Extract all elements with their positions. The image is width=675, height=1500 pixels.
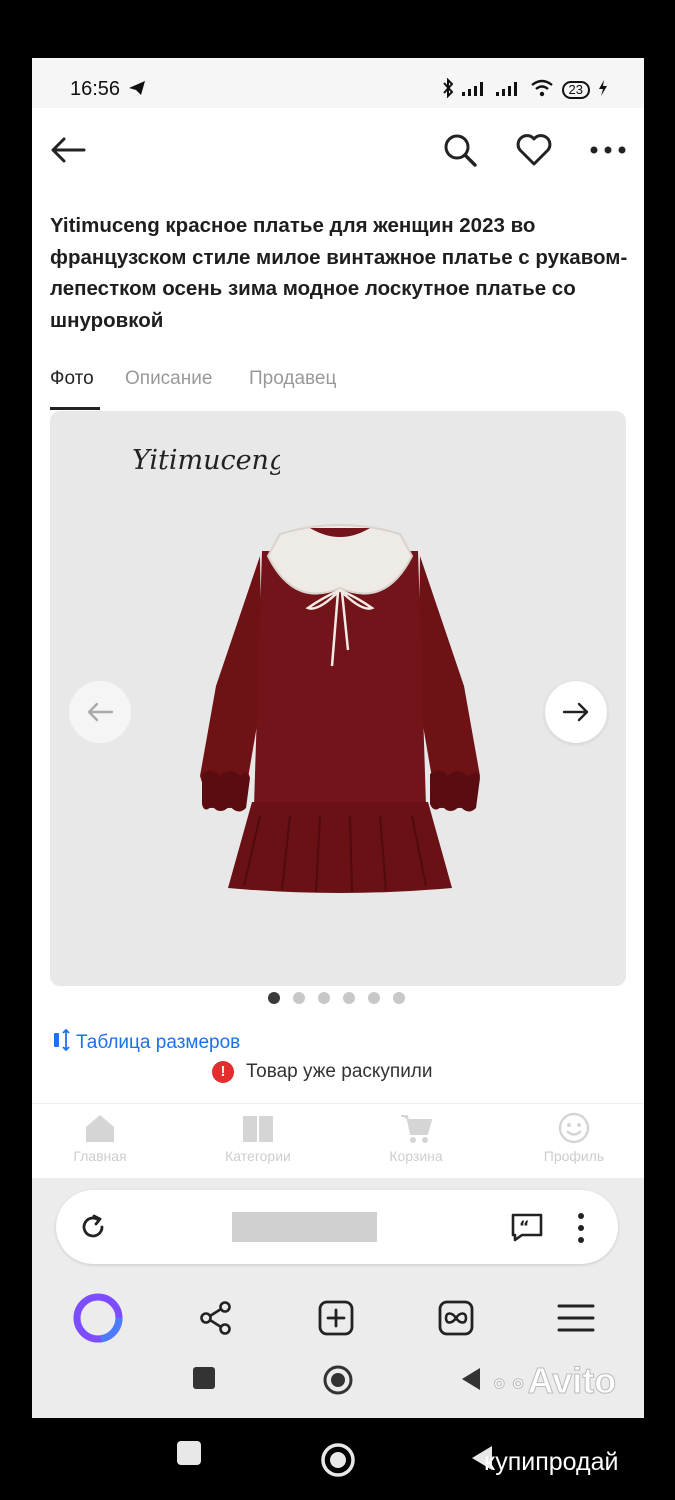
bluetooth-icon [442,77,454,102]
sold-out-notice: ! Товар уже раскупили [212,1061,433,1083]
search-icon[interactable] [440,130,480,170]
status-bar: 16:56 23 [32,58,644,108]
vertical-dots-icon[interactable] [576,1212,586,1249]
svg-text:Yitimuceng: Yitimuceng [132,445,280,476]
nav-home-label: Главная [73,1148,127,1164]
stop-icon[interactable] [192,1366,216,1395]
gallery-dot[interactable] [368,992,380,1004]
nav-cart[interactable]: Корзина [356,1112,476,1164]
charging-icon [598,80,608,100]
outer-stop-icon[interactable] [176,1440,202,1471]
nav-profile-label: Профиль [543,1148,605,1164]
back-triangle-icon[interactable] [460,1366,482,1397]
share-icon[interactable] [186,1288,246,1348]
ruler-icon [52,1028,72,1058]
battery-icon: 23 [561,81,590,99]
signal-icon [495,80,522,100]
nav-home[interactable]: Главная [40,1112,160,1164]
size-table-link[interactable]: Таблица размеров [52,1028,240,1058]
status-time: 16:56 [70,78,121,100]
add-tab-icon[interactable] [306,1288,366,1348]
signal-icon [461,80,488,100]
tabs-icon[interactable] [426,1288,486,1348]
phone-screen: 16:56 23 Yitimuceng красное платье для ж… [32,58,644,1418]
size-table-label: Таблица размеров [76,1032,241,1053]
status-icons: 23 [442,77,608,102]
telegram-icon [128,80,146,101]
app-bar [32,110,644,190]
gallery-dot[interactable] [268,992,280,1004]
tab-seller[interactable]: Продавец [249,368,336,390]
nav-cart-label: Корзина [389,1148,443,1164]
tab-photo[interactable]: Фото [50,368,94,390]
gallery-next-button[interactable] [545,681,607,743]
address-text-redacted [232,1212,377,1242]
menu-icon[interactable] [546,1288,606,1348]
heart-icon[interactable] [514,130,554,170]
nav-categories-label: Категории [225,1148,291,1164]
nav-categories[interactable]: Категории [198,1112,318,1164]
tab-description[interactable]: Описание [125,368,212,390]
outer-home-icon[interactable] [320,1442,356,1483]
product-gallery[interactable]: Yitimuceng [50,411,626,986]
address-bar[interactable]: “ [56,1190,618,1264]
wifi-icon [530,79,554,101]
avito-dots-icon: ∘∘ [490,1367,529,1401]
gallery-dot[interactable] [393,992,405,1004]
active-tab-indicator [50,407,100,410]
exclamation-circle-icon: ! [212,1061,234,1083]
brand-logo: Yitimuceng [130,435,286,486]
gallery-dot[interactable] [343,992,355,1004]
assistant-icon[interactable] [68,1288,128,1348]
product-title: Yitimuceng красное платье для женщин 202… [50,214,628,332]
gallery-dot[interactable] [293,992,305,1004]
smiley-icon [558,1112,590,1144]
avito-watermark: ∘∘Avito [490,1360,617,1402]
gallery-pagination [268,992,405,1004]
quote-icon[interactable]: “ [510,1212,544,1247]
bottom-navigation: Главная Категории Корзина Профиль [32,1103,644,1184]
svg-text:“: “ [519,1217,530,1236]
product-image [190,516,490,911]
arrow-left-icon[interactable] [48,130,88,170]
avito-watermark-text: Avito [527,1360,617,1402]
home-circle-icon[interactable] [322,1364,354,1401]
book-icon [243,1116,273,1142]
home-icon [86,1115,114,1142]
sold-out-text: Товар уже раскупили [246,1061,433,1082]
cart-icon [401,1115,433,1143]
kupiprodai-watermark: купипродай [484,1448,619,1476]
gallery-dot[interactable] [318,992,330,1004]
more-horizontal-icon[interactable] [586,130,630,170]
reload-icon[interactable] [80,1213,108,1246]
nav-profile[interactable]: Профиль [514,1112,634,1164]
gallery-prev-button[interactable] [69,681,131,743]
